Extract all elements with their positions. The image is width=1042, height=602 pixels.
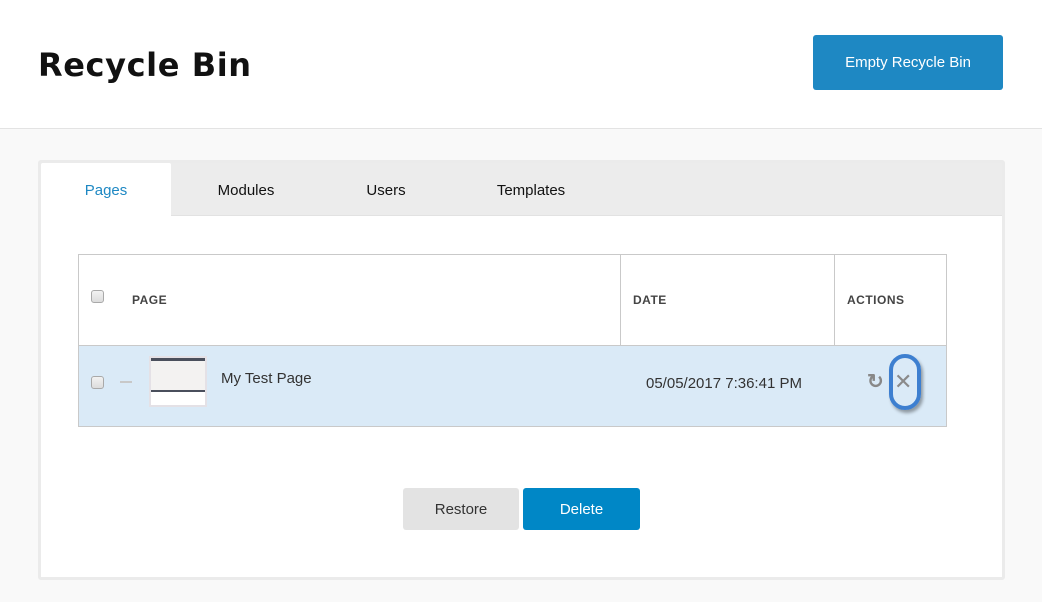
page-thumbnail xyxy=(149,356,207,407)
pages-table: PAGE DATE ACTIONS My Test Page 05/05/201… xyxy=(78,254,947,427)
restore-button[interactable]: Restore xyxy=(403,488,519,530)
select-all-checkbox[interactable] xyxy=(91,290,104,303)
tab-modules[interactable]: Modules xyxy=(181,163,311,217)
tab-users[interactable]: Users xyxy=(321,163,451,217)
column-header-date[interactable]: DATE xyxy=(620,255,834,345)
row-checkbox[interactable] xyxy=(91,376,104,389)
table-header: PAGE DATE ACTIONS xyxy=(79,255,946,346)
column-header-actions: ACTIONS xyxy=(834,255,946,345)
delete-icon[interactable]: ✕ xyxy=(894,371,912,393)
recycle-bin-panel: Pages Modules Users Templates PAGE DATE … xyxy=(38,160,1005,580)
restore-icon[interactable]: ↻ xyxy=(867,372,884,392)
column-header-page[interactable]: PAGE xyxy=(132,255,167,345)
page-title: Recycle Bin xyxy=(38,46,252,84)
empty-recycle-bin-button[interactable]: Empty Recycle Bin xyxy=(813,35,1003,90)
indent-dash xyxy=(120,381,132,383)
page-name[interactable]: My Test Page xyxy=(221,370,312,387)
tab-bar: Pages Modules Users Templates xyxy=(41,163,1002,217)
tab-templates[interactable]: Templates xyxy=(461,163,601,217)
deleted-date: 05/05/2017 7:36:41 PM xyxy=(646,375,802,392)
table-row[interactable]: My Test Page 05/05/2017 7:36:41 PM ↻ ✕ xyxy=(79,346,946,426)
tab-pages[interactable]: Pages xyxy=(41,163,171,217)
delete-button[interactable]: Delete xyxy=(523,488,640,530)
page-header: Recycle Bin Empty Recycle Bin xyxy=(0,0,1042,129)
